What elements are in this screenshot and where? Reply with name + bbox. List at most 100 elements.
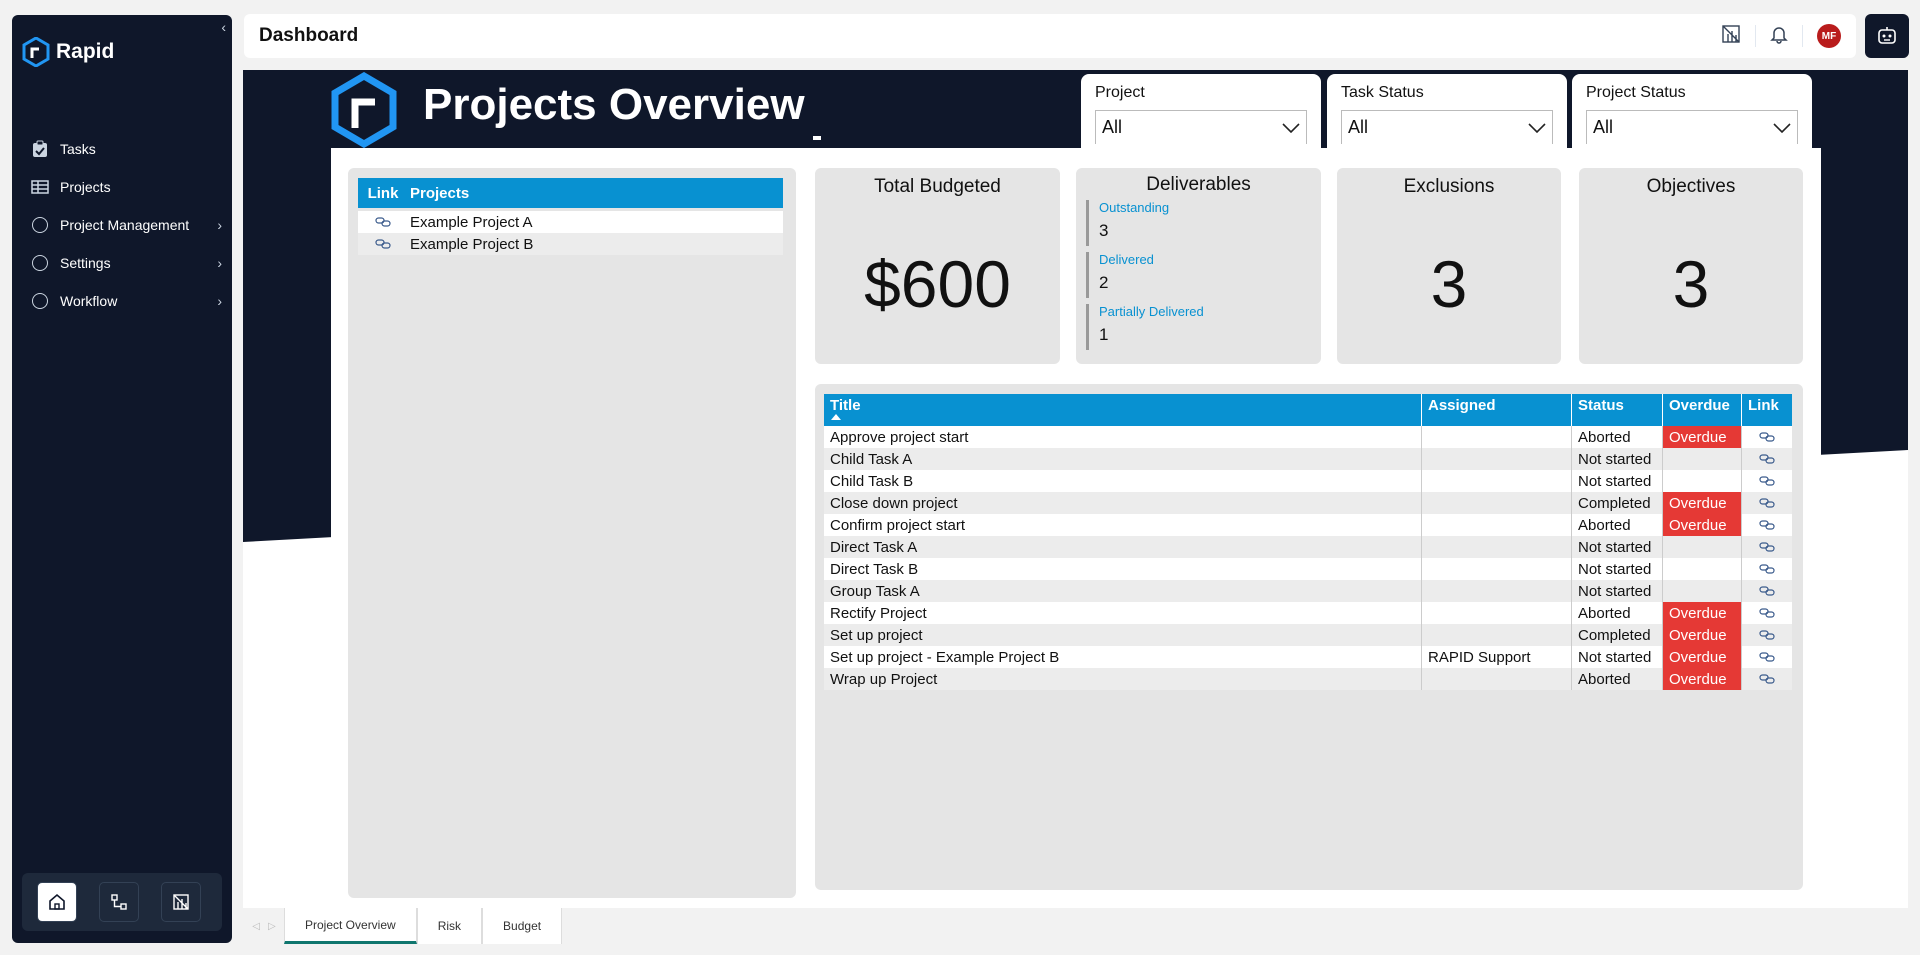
home-icon bbox=[49, 893, 65, 910]
tab-scroll-arrows[interactable]: ◁ ▷ bbox=[244, 908, 284, 944]
column-header-link[interactable]: Link bbox=[1742, 394, 1792, 426]
table-row[interactable]: Direct Task A Not started bbox=[824, 536, 1792, 558]
sidebar-item-label: Projects bbox=[60, 179, 111, 195]
link-icon[interactable] bbox=[1742, 646, 1792, 668]
column-header-status[interactable]: Status bbox=[1572, 394, 1663, 426]
task-status: Completed bbox=[1572, 624, 1663, 646]
link-icon[interactable] bbox=[1742, 602, 1792, 624]
kpi-exclusions: Exclusions 3 bbox=[1337, 168, 1561, 364]
tab-risk[interactable]: Risk bbox=[416, 908, 483, 944]
task-title: Wrap up Project bbox=[824, 668, 1422, 690]
table-row[interactable]: Rectify Project Aborted Overdue bbox=[824, 602, 1792, 624]
task-title: Set up project - Example Project B bbox=[824, 646, 1422, 668]
link-icon[interactable] bbox=[1742, 536, 1792, 558]
table-row[interactable]: Direct Task B Not started bbox=[824, 558, 1792, 580]
table-row[interactable]: Child Task A Not started bbox=[824, 448, 1792, 470]
task-assigned bbox=[1422, 448, 1572, 470]
table-row[interactable]: Approve project start Aborted Overdue bbox=[824, 426, 1792, 448]
table-row[interactable]: Wrap up Project Aborted Overdue bbox=[824, 668, 1792, 690]
app-logo[interactable]: Rapid bbox=[22, 37, 114, 67]
deliv-label: Outstanding bbox=[1099, 200, 1170, 215]
kpi-value: 3 bbox=[1430, 247, 1468, 321]
chevron-left-icon[interactable]: ◁ bbox=[252, 921, 260, 932]
bell-icon[interactable] bbox=[1770, 24, 1788, 49]
sidebar-item-workflow[interactable]: Workflow › bbox=[30, 282, 222, 320]
table-row[interactable]: Set up project Completed Overdue bbox=[824, 624, 1792, 646]
report-body: Link Projects Example Project A Example … bbox=[331, 148, 1821, 908]
project-status-dropdown[interactable]: All bbox=[1586, 110, 1798, 144]
task-title: Approve project start bbox=[824, 426, 1422, 448]
chevron-right-icon: › bbox=[217, 255, 222, 271]
tab-project-overview[interactable]: Project Overview bbox=[284, 908, 417, 944]
kpi-value: 3 bbox=[1672, 247, 1710, 321]
task-status: Aborted bbox=[1572, 602, 1663, 624]
deliverables-delivered: Delivered 2 bbox=[1086, 252, 1321, 298]
table-row[interactable]: Close down project Completed Overdue bbox=[824, 492, 1792, 514]
link-icon[interactable] bbox=[1742, 624, 1792, 646]
kpi-deliverables: Deliverables Outstanding 3 Delivered 2 P… bbox=[1076, 168, 1321, 364]
deliv-value: 3 bbox=[1099, 221, 1109, 240]
link-icon[interactable] bbox=[1742, 668, 1792, 690]
overdue-badge: Overdue bbox=[1663, 492, 1742, 514]
column-header-projects[interactable]: Projects bbox=[408, 185, 469, 202]
overdue-badge bbox=[1663, 558, 1742, 580]
task-assigned bbox=[1422, 624, 1572, 646]
task-assigned bbox=[1422, 558, 1572, 580]
clipboard-icon bbox=[30, 140, 50, 158]
task-assigned bbox=[1422, 426, 1572, 448]
task-title: Child Task B bbox=[824, 470, 1422, 492]
table-row[interactable]: Set up project - Example Project B RAPID … bbox=[824, 646, 1792, 668]
column-header-title[interactable]: Title bbox=[824, 394, 1422, 426]
link-icon[interactable] bbox=[1742, 492, 1792, 514]
circle-icon bbox=[30, 255, 50, 271]
workflow-button[interactable] bbox=[99, 882, 139, 922]
report-icon[interactable] bbox=[1721, 24, 1741, 49]
report-button[interactable] bbox=[161, 882, 201, 922]
sidebar-item-tasks[interactable]: Tasks bbox=[30, 130, 222, 168]
task-status-dropdown[interactable]: All bbox=[1341, 110, 1553, 144]
table-row[interactable]: Group Task A Not started bbox=[824, 580, 1792, 602]
table-row[interactable]: Example Project B bbox=[358, 233, 783, 255]
link-icon[interactable] bbox=[1742, 514, 1792, 536]
chevron-down-icon bbox=[1282, 122, 1300, 133]
chevron-right-icon[interactable]: ▷ bbox=[268, 921, 276, 932]
project-name: Example Project B bbox=[410, 235, 534, 253]
link-icon[interactable] bbox=[1742, 470, 1792, 492]
slicer-label: Task Status bbox=[1341, 84, 1424, 101]
avatar[interactable]: MF bbox=[1817, 24, 1841, 48]
table-row[interactable]: Example Project A bbox=[358, 211, 783, 233]
overdue-badge: Overdue bbox=[1663, 426, 1742, 448]
link-icon[interactable] bbox=[1742, 448, 1792, 470]
sidebar-item-settings[interactable]: Settings › bbox=[30, 244, 222, 282]
link-icon[interactable] bbox=[1742, 580, 1792, 602]
grid-table-icon bbox=[30, 180, 50, 194]
sidebar-item-project-management[interactable]: Project Management › bbox=[30, 206, 222, 244]
kpi-title: Exclusions bbox=[1403, 176, 1495, 197]
task-assigned: RAPID Support bbox=[1422, 646, 1572, 668]
tab-budget[interactable]: Budget bbox=[482, 908, 563, 944]
sidebar-item-label: Tasks bbox=[60, 141, 96, 157]
link-icon[interactable] bbox=[1742, 558, 1792, 580]
link-icon[interactable] bbox=[358, 217, 408, 227]
column-header-overdue[interactable]: Overdue bbox=[1663, 394, 1742, 426]
deliv-value: 2 bbox=[1099, 273, 1109, 292]
sort-ascending-icon bbox=[831, 414, 841, 420]
tasks-table-header: Title Assigned Status Overdue Link bbox=[824, 394, 1792, 426]
home-button[interactable] bbox=[37, 882, 77, 922]
column-header-link[interactable]: Link bbox=[358, 185, 408, 202]
page-title: Dashboard bbox=[259, 25, 359, 46]
link-icon[interactable] bbox=[1742, 426, 1792, 448]
assistant-button[interactable] bbox=[1865, 14, 1909, 58]
task-status: Not started bbox=[1572, 580, 1663, 602]
task-assigned bbox=[1422, 536, 1572, 558]
link-icon[interactable] bbox=[358, 239, 408, 249]
table-row[interactable]: Child Task B Not started bbox=[824, 470, 1792, 492]
overdue-badge: Overdue bbox=[1663, 668, 1742, 690]
sidebar-nav: Tasks Projects Project Management › Sett… bbox=[30, 130, 222, 320]
sidebar: ‹ Rapid Tasks Projects Project Managemen… bbox=[12, 15, 232, 943]
table-row[interactable]: Confirm project start Aborted Overdue bbox=[824, 514, 1792, 536]
project-dropdown[interactable]: All bbox=[1095, 110, 1307, 144]
collapse-sidebar-icon[interactable]: ‹ bbox=[221, 19, 226, 35]
sidebar-item-projects[interactable]: Projects bbox=[30, 168, 222, 206]
column-header-assigned[interactable]: Assigned bbox=[1422, 394, 1572, 426]
